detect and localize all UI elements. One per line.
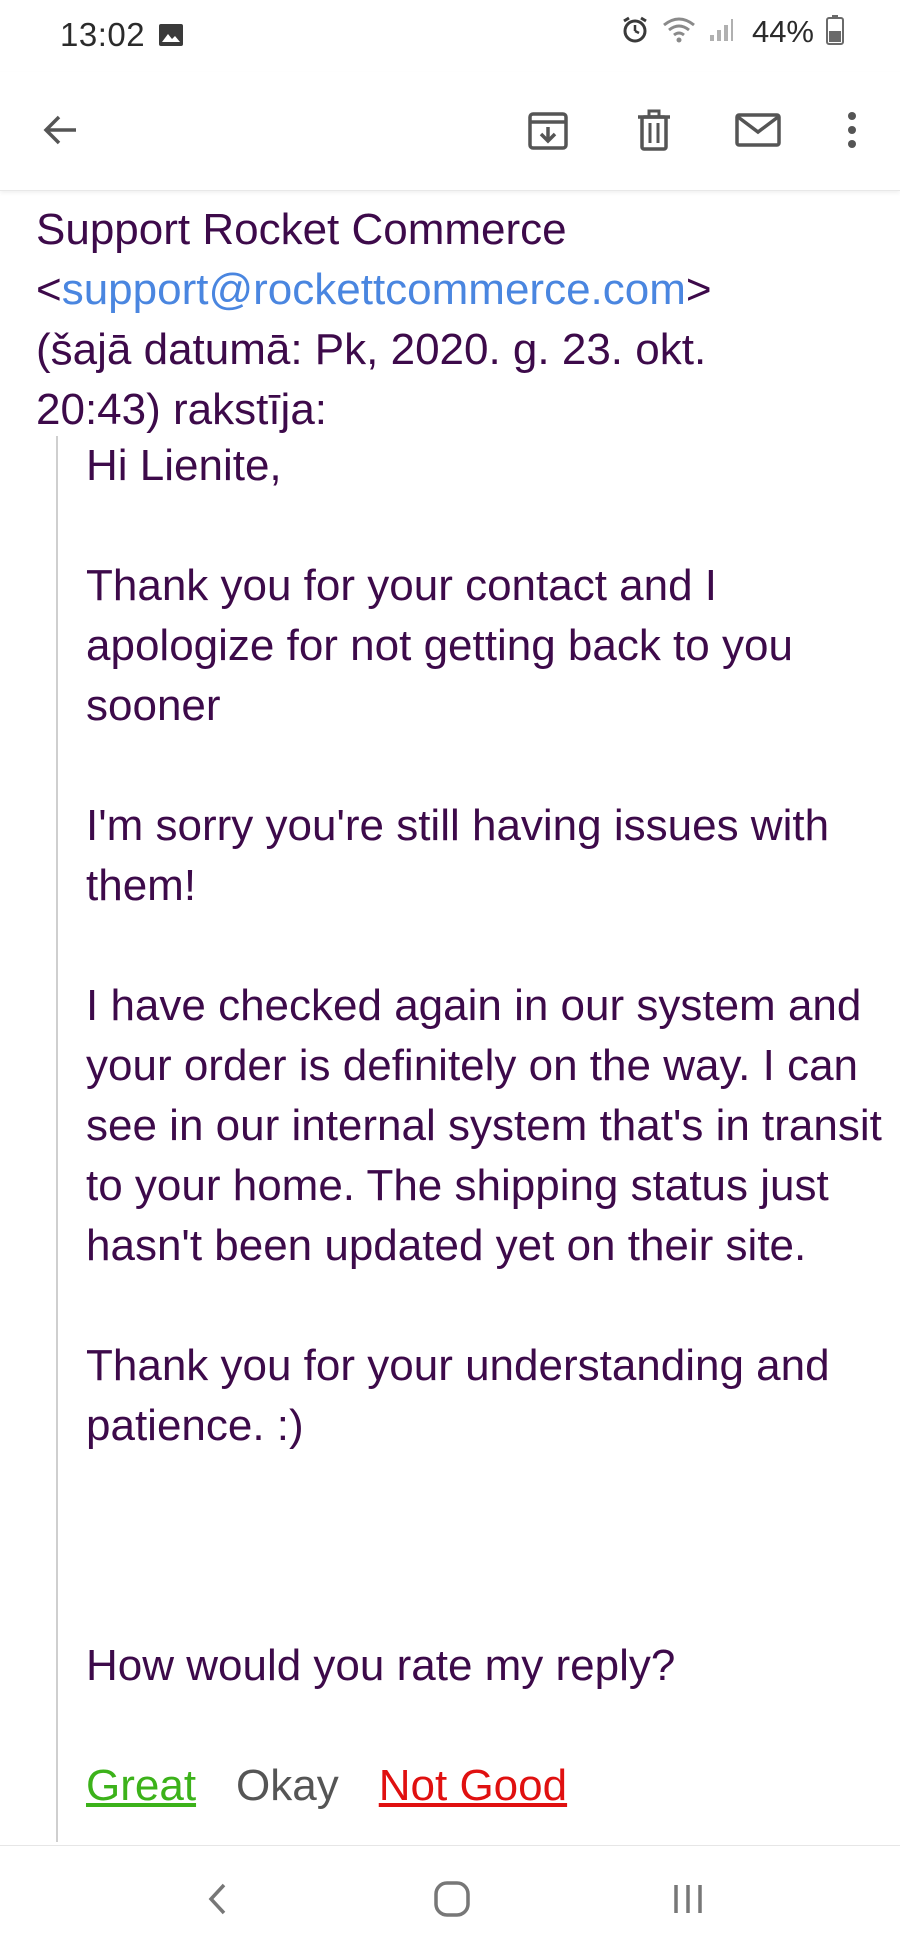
archive-icon[interactable] xyxy=(522,104,574,156)
rating-okay-link[interactable]: Okay xyxy=(236,1756,339,1816)
nav-back-icon[interactable] xyxy=(188,1874,248,1924)
quoted-message: Hi Lienite, Thank you for your contact a… xyxy=(86,436,886,1816)
back-arrow-icon[interactable] xyxy=(34,104,86,156)
quote-header: Support Rocket Commerce <support@rockett… xyxy=(36,200,876,440)
email-content: Support Rocket Commerce <support@rockett… xyxy=(0,192,900,1842)
paragraph-4: Thank you for your understanding and pat… xyxy=(86,1341,830,1450)
sender-email-line: <support@rockettcommerce.com> xyxy=(36,265,712,314)
rating-great-link[interactable]: Great xyxy=(86,1756,196,1816)
system-nav-bar xyxy=(0,1845,900,1951)
nav-home-icon[interactable] xyxy=(422,1874,482,1924)
status-bar: 13:02 44% xyxy=(0,0,900,72)
sender-email-link[interactable]: support@rockettcommerce.com xyxy=(62,265,686,314)
quote-bar xyxy=(56,436,58,1842)
paragraph-2: I'm sorry you're still having issues wit… xyxy=(86,801,830,910)
greeting: Hi Lienite, xyxy=(86,441,282,490)
rating-question: How would you rate my reply? xyxy=(86,1641,676,1690)
paragraph-3: I have checked again in our system and y… xyxy=(86,981,882,1270)
battery-percent: 44% xyxy=(751,14,814,49)
rating-not-good-link[interactable]: Not Good xyxy=(379,1756,567,1816)
status-time: 13:02 xyxy=(60,16,146,53)
wifi-icon xyxy=(662,16,696,49)
date-line-2: 20:43) rakstīja: xyxy=(36,385,328,434)
rating-options: Great Okay Not Good xyxy=(86,1756,886,1816)
date-line-1: (šajā datumā: Pk, 2020. g. 23. okt. xyxy=(36,325,707,374)
sender-name: Support Rocket Commerce xyxy=(36,205,567,254)
more-vert-icon[interactable] xyxy=(826,104,878,156)
gallery-icon xyxy=(158,23,184,47)
nav-recents-icon[interactable] xyxy=(658,1874,718,1924)
signal-icon xyxy=(708,17,734,48)
status-right: 44% xyxy=(620,14,844,50)
app-bar xyxy=(0,72,900,191)
delete-icon[interactable] xyxy=(628,104,680,156)
mark-unread-icon[interactable] xyxy=(732,104,784,156)
battery-icon xyxy=(826,14,844,50)
alarm-icon xyxy=(620,15,650,50)
paragraph-1: Thank you for your contact and I apologi… xyxy=(86,561,793,730)
